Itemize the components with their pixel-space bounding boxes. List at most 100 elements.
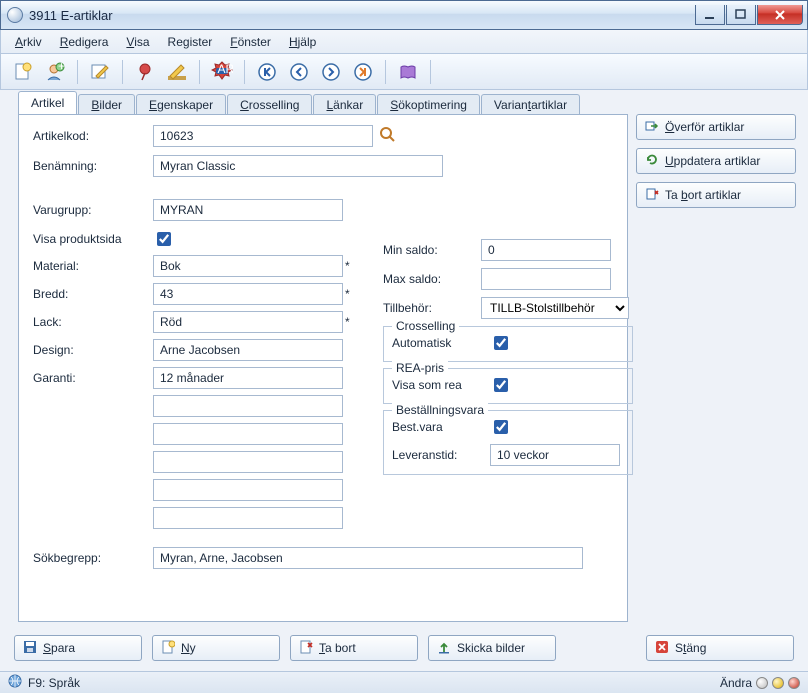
side-buttons: Överför artiklar Uppdatera artiklar Ta b… <box>636 114 796 208</box>
material-input[interactable] <box>153 255 343 277</box>
tab-variantartiklar[interactable]: Variantartiklar <box>481 94 580 115</box>
close-icon <box>655 640 669 657</box>
menu-redigera[interactable]: Redigera <box>52 33 117 51</box>
tillbehor-select[interactable]: TILLB-Stolstillbehör <box>481 297 629 319</box>
delete-small-icon <box>299 640 313 657</box>
tabort-button[interactable]: Ta bort <box>290 635 418 661</box>
tab-egenskaper[interactable]: Egenskaper <box>136 94 226 115</box>
label-best-vara: Best.vara <box>392 420 482 434</box>
legend-crosselling: Crosselling <box>392 319 459 333</box>
label-visa-produktsida: Visa produktsida <box>33 232 153 246</box>
design-input[interactable] <box>153 339 343 361</box>
tab-artikel[interactable]: Artikel <box>18 91 77 114</box>
skicka-bilder-button[interactable]: Skicka bilder <box>428 635 556 661</box>
extra-input-1[interactable] <box>153 395 343 417</box>
label-min-saldo: Min saldo: <box>383 243 473 257</box>
tool-nav-first-icon[interactable] <box>255 60 279 84</box>
content-area: Artikel Bilder Egenskaper Crosselling Lä… <box>4 90 804 689</box>
sokbegrepp-input[interactable] <box>153 547 583 569</box>
label-design: Design: <box>33 343 153 357</box>
menu-register[interactable]: Register <box>160 33 221 51</box>
title-bar: 3911 E-artiklar <box>0 0 808 30</box>
benamning-input[interactable] <box>153 155 443 177</box>
upload-icon <box>437 640 451 657</box>
label-max-saldo: Max saldo: <box>383 272 473 286</box>
leveranstid-input[interactable] <box>490 444 620 466</box>
tool-edit-icon[interactable] <box>88 60 112 84</box>
tool-book-icon[interactable] <box>396 60 420 84</box>
status-led-yellow <box>772 677 784 689</box>
tab-crosselling[interactable]: Crosselling <box>227 94 312 115</box>
max-saldo-input[interactable] <box>481 268 611 290</box>
tool-nav-last-icon[interactable] <box>351 60 375 84</box>
tool-nav-prev-icon[interactable] <box>287 60 311 84</box>
window-maximize-button[interactable] <box>726 5 756 25</box>
best-vara-checkbox[interactable] <box>494 420 508 434</box>
bredd-input[interactable] <box>153 283 343 305</box>
spara-button[interactable]: Spara <box>14 635 142 661</box>
app-icon <box>7 7 23 23</box>
status-led-gray <box>756 677 768 689</box>
status-led-red <box>788 677 800 689</box>
tool-user-icon[interactable]: + <box>43 60 67 84</box>
bottom-bar: Spara Ny Ta bort Skicka bilder Stäng <box>4 629 804 667</box>
menu-arkiv[interactable]: Arkiv <box>7 33 50 51</box>
artikelkod-input[interactable] <box>153 125 373 147</box>
tool-art-badge-icon[interactable]: ART <box>210 60 234 84</box>
extra-input-5[interactable] <box>153 507 343 529</box>
legend-bestallning: Beställningsvara <box>392 403 488 417</box>
label-tillbehor: Tillbehör: <box>383 301 473 315</box>
tab-strip: Artikel Bilder Egenskaper Crosselling Lä… <box>18 90 804 114</box>
right-column: Min saldo: Max saldo: Tillbehör: TILLB-S… <box>383 239 633 475</box>
uppdatera-artiklar-button[interactable]: Uppdatera artiklar <box>636 148 796 174</box>
status-bar: F9: Språk Ändra <box>0 671 808 693</box>
tool-pin-icon[interactable] <box>133 60 157 84</box>
tab-sokoptimering[interactable]: Sökoptimering <box>377 94 480 115</box>
tool-pencil-icon[interactable] <box>165 60 189 84</box>
ny-button[interactable]: Ny <box>152 635 280 661</box>
menu-fonster[interactable]: Fönster <box>222 33 279 51</box>
legend-rea: REA-pris <box>392 361 448 375</box>
label-material: Material: <box>33 259 153 273</box>
garanti-input[interactable] <box>153 367 343 389</box>
min-saldo-input[interactable] <box>481 239 611 261</box>
window-title: 3911 E-artiklar <box>29 8 695 23</box>
menu-hjalp[interactable]: Hjälp <box>281 33 324 51</box>
tool-new-icon[interactable] <box>11 60 35 84</box>
refresh-icon <box>645 153 659 170</box>
visa-som-rea-checkbox[interactable] <box>494 378 508 392</box>
delete-icon <box>645 187 659 204</box>
label-bredd: Bredd: <box>33 287 153 301</box>
label-benamning: Benämning: <box>33 159 153 173</box>
label-lack: Lack: <box>33 315 153 329</box>
tab-bilder[interactable]: Bilder <box>78 94 135 115</box>
required-star: * <box>343 315 350 329</box>
extra-input-2[interactable] <box>153 423 343 445</box>
varugrupp-input[interactable] <box>153 199 343 221</box>
tabort-artiklar-button[interactable]: Ta bort artiklar <box>636 182 796 208</box>
toolbar: + ART <box>0 54 808 90</box>
search-icon[interactable] <box>379 126 397 147</box>
label-visa-som-rea: Visa som rea <box>392 378 482 392</box>
menu-visa[interactable]: Visa <box>118 33 157 51</box>
transfer-icon <box>645 119 659 136</box>
lack-input[interactable] <box>153 311 343 333</box>
window-close-button[interactable] <box>757 5 803 25</box>
group-crosselling: Crosselling Automatisk <box>383 326 633 362</box>
globe-icon <box>8 674 22 691</box>
required-star: * <box>343 259 350 273</box>
overfor-artiklar-button[interactable]: Överför artiklar <box>636 114 796 140</box>
extra-input-3[interactable] <box>153 451 343 473</box>
svg-text:ART: ART <box>218 62 234 76</box>
tool-nav-next-icon[interactable] <box>319 60 343 84</box>
tab-lankar[interactable]: Länkar <box>313 94 376 115</box>
label-automatisk: Automatisk <box>392 336 482 350</box>
stang-button[interactable]: Stäng <box>646 635 794 661</box>
automatisk-checkbox[interactable] <box>494 336 508 350</box>
window-minimize-button[interactable] <box>695 5 725 25</box>
status-right: Ändra <box>720 676 752 690</box>
label-leveranstid: Leveranstid: <box>392 448 482 462</box>
required-star: * <box>343 287 350 301</box>
extra-input-4[interactable] <box>153 479 343 501</box>
visa-produktsida-checkbox[interactable] <box>157 232 171 246</box>
